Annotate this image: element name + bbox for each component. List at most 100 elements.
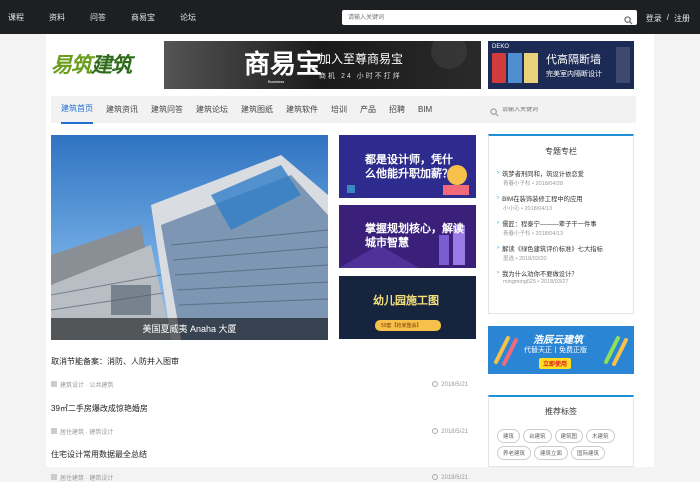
nav-drawings[interactable]: 建筑图纸 [241,96,273,123]
promo-banner-kindergarten[interactable]: 幼儿园施工图 50套【抢家整会】 [339,276,476,339]
nav-search-input[interactable] [502,106,622,113]
column-meta: 青春小子杉 • 2018/04/28 [503,181,564,187]
nav-qa[interactable]: 建筑问答 [151,96,183,123]
promo-banner-planning[interactable]: 掌握规划核心，解读城市智慧 [339,205,476,268]
news-date: 2018/5/21 [441,474,468,481]
top-nav-shangyibao[interactable]: 商易宝 [131,12,155,23]
news-title[interactable]: 39㎡二手房爆改成惊艳婚房 [51,404,148,413]
deko-subline: 完美室内隔断设计 [546,71,602,78]
news-tags[interactable]: 居住建筑 · 建筑设计 [60,427,113,436]
clock-icon [432,380,439,389]
column-title: 解读《绿色建筑评价标准》七大指标 [502,246,603,253]
hero-slide[interactable]: 美国夏威夷 Anaha 大厦 [51,135,328,340]
shangyibao-banner[interactable]: 商易宝 Business 加入至尊商易宝 商机 24 小时不打烊 [164,41,481,89]
nav-home[interactable]: 建筑首页 [61,95,93,124]
nav-products[interactable]: 产品 [360,96,376,123]
news-item: 取消节能备案：消防、人防并入图审 建筑设计 · 公共建筑 2018/5/21 [51,351,476,389]
banner-headline: 加入至尊商易宝 [319,52,404,66]
deko-banner[interactable]: DEKO 代高隔断墙 完美室内隔断设计 [488,41,634,89]
panel-title: 推荐标签 [545,407,577,416]
panel-title: 专题专栏 [545,147,577,156]
haochen-ad[interactable]: 浩辰云建筑 代替天正丨免费正版 立即使用 [488,326,634,374]
chevron-right-icon: › [497,194,500,201]
logo-text-1: 易筑 [51,53,92,77]
tag-chip[interactable]: 台建筑 [523,429,552,443]
tag-icon [51,380,57,389]
search-icon[interactable] [624,12,633,30]
promo-text-kindergarten: 幼儿园施工图 [373,295,439,307]
news-date: 2018/5/21 [441,381,468,388]
nav-bim[interactable]: BIM [418,96,432,123]
tag-icon [51,427,57,436]
promo-banner-designer[interactable]: 都是设计师，凭什么他能升职加薪？ [339,135,476,198]
tag-icon [51,473,57,482]
tag-chip[interactable]: 养老建筑 [497,446,532,460]
news-item: 住宅设计常用数据最全总结 居住建筑 · 建筑设计 2018/5/21 [51,444,476,482]
hero-building-image [51,155,328,340]
nav-training[interactable]: 培训 [331,96,347,123]
banner-brand: 商易宝 [244,50,323,79]
nav-news[interactable]: 建筑资讯 [106,96,138,123]
column-meta: 小小沁 • 2018/04/13 [503,206,553,212]
column-link[interactable]: › 筑梦者刑同和，筑设计依恋爱 [497,169,625,178]
list-item: › 解读《绿色建筑评价标准》七大指标 墨选 • 2018/03/20 [497,244,625,262]
column-title: 筑梦者刑同和，筑设计依恋爱 [502,171,584,178]
top-search-input[interactable] [342,10,612,25]
top-nav: 课程 资料 问答 商易宝 论坛 [8,12,221,23]
login-link[interactable]: 登录 [646,13,662,24]
column-title: 儒匠：程泰宁———辈子干一件事 [502,221,597,228]
search-icon[interactable] [490,104,499,122]
nav-forum[interactable]: 建筑论坛 [196,96,228,123]
logo-text-2: 建筑 [91,53,132,77]
column-meta: mingming025 • 2018/03/27 [503,279,569,285]
news-tags[interactable]: 居住建筑 · 建筑设计 [60,473,113,482]
tag-chip[interactable]: 木建筑 [586,429,615,443]
column-title: BIM在装饰装修工程中的应用 [502,196,583,203]
column-link[interactable]: › 我为什么劝你不要做设计？ [497,269,625,278]
top-search [342,10,637,25]
news-title[interactable]: 取消节能备案：消防、人防并入图审 [51,357,179,366]
banner-brand-sub: Business [268,79,285,84]
chevron-right-icon: › [497,269,500,276]
column-meta: 青春小子杉 • 2018/04/13 [503,231,564,237]
top-nav-materials[interactable]: 资料 [49,12,65,23]
tag-chip[interactable]: 国际建筑 [571,446,606,460]
deko-headline: 代高隔断墙 [546,54,601,66]
column-link[interactable]: › 解读《绿色建筑评价标准》七大指标 [497,244,625,253]
nav-software[interactable]: 建筑软件 [286,96,318,123]
news-tags[interactable]: 建筑设计 · 公共建筑 [60,380,113,389]
tag-chip[interactable]: 建筑立面 [534,446,569,460]
register-link[interactable]: 注册 [674,13,690,24]
tag-chip[interactable]: 建筑图 [554,429,584,443]
column-link[interactable]: › BIM在装饰装修工程中的应用 [497,194,625,203]
ad-cta-button[interactable]: 立即使用 [539,358,572,369]
news-title[interactable]: 住宅设计常用数据最全总结 [51,450,147,459]
top-nav-forum[interactable]: 论坛 [180,12,196,23]
chevron-right-icon: › [497,169,500,176]
list-item: › 筑梦者刑同和，筑设计依恋爱 青春小子杉 • 2018/04/28 [497,169,625,187]
ad-subtitle: 代替天正丨免费正版 [524,347,587,354]
nav-jobs[interactable]: 招聘 [389,96,405,123]
top-nav-courses[interactable]: 课程 [8,12,24,23]
column-link[interactable]: › 儒匠：程泰宁———辈子干一件事 [497,219,625,228]
news-item: 39㎡二手房爆改成惊艳婚房 居住建筑 · 建筑设计 2018/5/21 [51,398,476,436]
chevron-right-icon: › [497,219,500,226]
page: 易筑建筑 商易宝 Business 加入至尊商易宝 商机 24 小时不打烊 DE… [0,34,700,482]
news-date: 2018/5/21 [441,428,468,435]
tag-chip[interactable]: 建筑 [497,429,521,443]
deko-logo: DEKO [492,44,510,50]
chevron-right-icon: › [497,244,500,251]
auth-divider: / [666,13,669,22]
nav-search [488,96,634,123]
columns-list: › 筑梦者刑同和，筑设计依恋爱 青春小子杉 • 2018/04/28 › BIM在装饰… [497,169,625,285]
promo-badge-kindergarten: 50套【抢家整会】 [381,323,422,329]
hero-caption: 美国夏威夷 Anaha 大厦 [51,318,328,340]
list-item: › 我为什么劝你不要做设计？ mingming025 • 2018/03/27 [497,269,625,285]
site-logo[interactable]: 易筑建筑 [51,49,161,83]
top-nav-qa[interactable]: 问答 [90,12,106,23]
column-title: 我为什么劝你不要做设计？ [502,271,578,278]
banner-subline: 商机 24 小时不打烊 [319,73,402,80]
list-item: › BIM在装饰装修工程中的应用 小小沁 • 2018/04/13 [497,194,625,212]
content-area: 易筑建筑 商易宝 Business 加入至尊商易宝 商机 24 小时不打烊 DE… [46,34,654,482]
tag-list: 建筑 台建筑 建筑图 木建筑 养老建筑 建筑立面 国际建筑 [497,429,625,460]
